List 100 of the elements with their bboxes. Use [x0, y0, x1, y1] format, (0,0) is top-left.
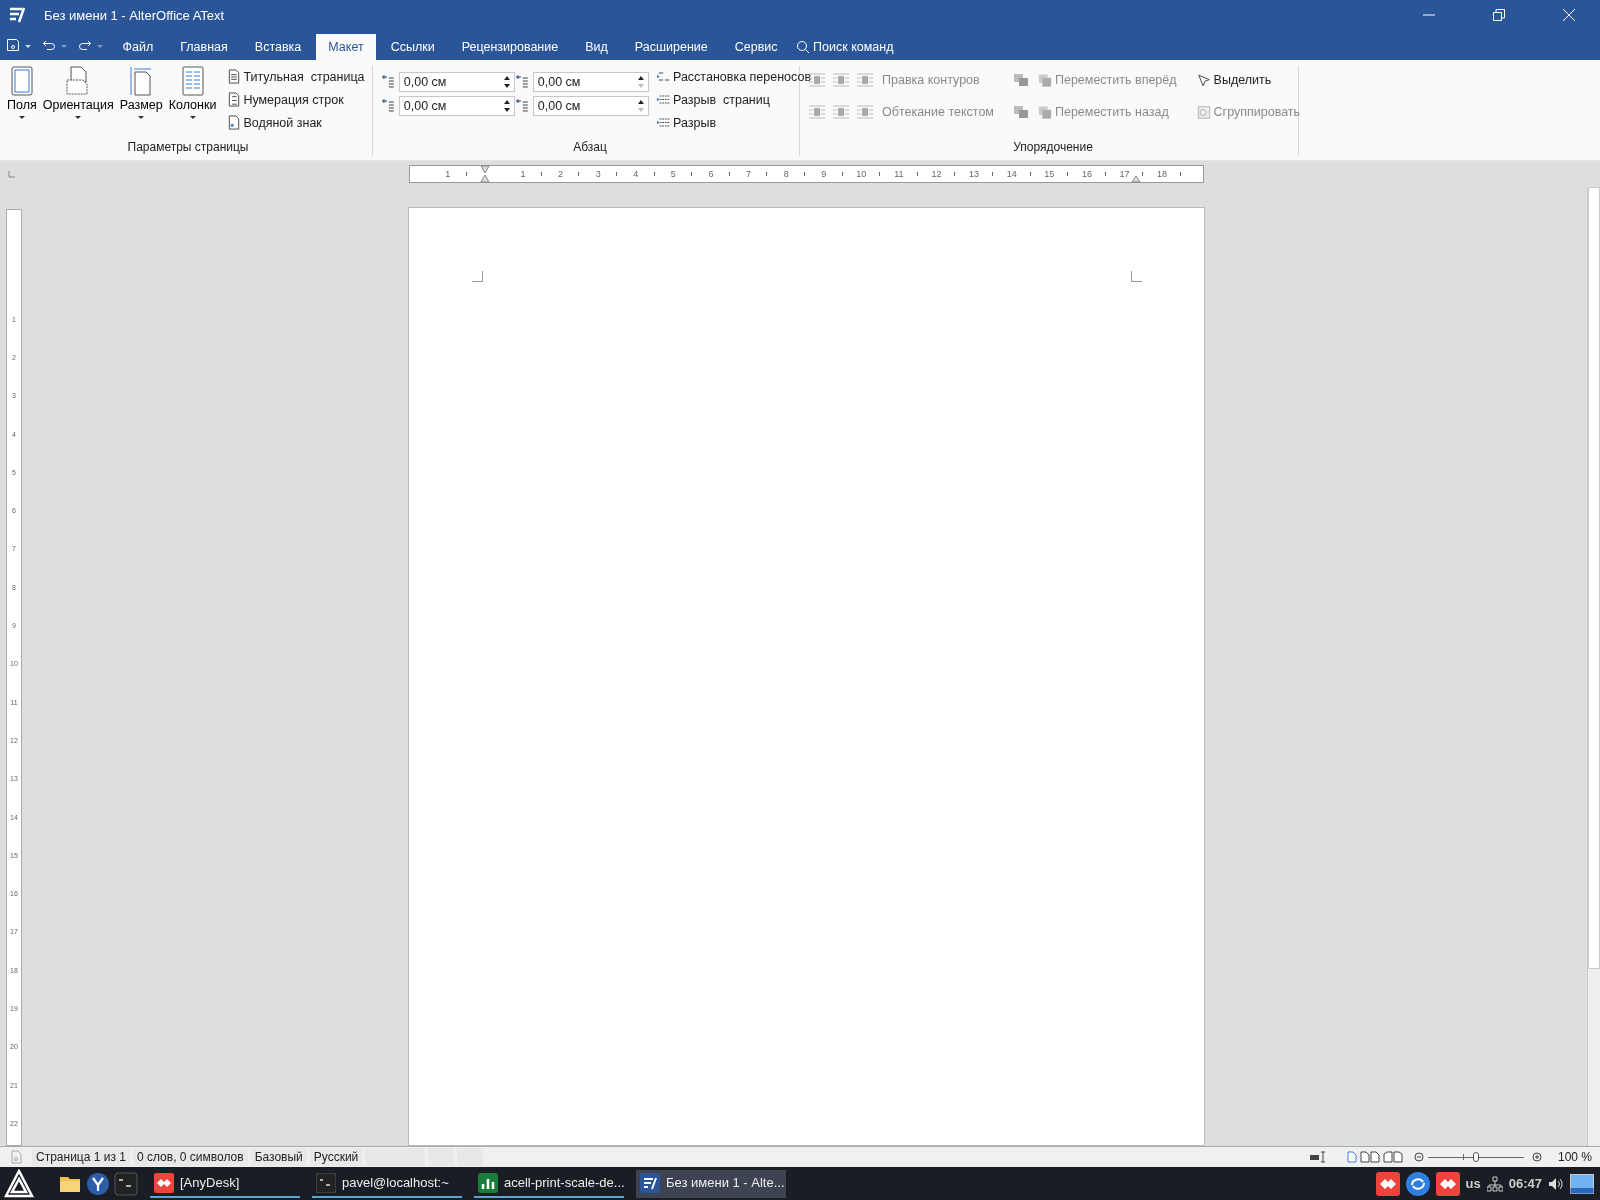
- ribbon-tab[interactable]: Главная: [167, 34, 241, 60]
- dropdown-caret-icon[interactable]: [24, 42, 32, 50]
- ribbon-button[interactable]: Водяной знак: [225, 112, 367, 133]
- zoom-out-icon[interactable]: [1413, 1152, 1424, 1162]
- sync-tray-icon[interactable]: [1405, 1171, 1430, 1196]
- spin-field[interactable]: 0,00 см: [398, 96, 515, 116]
- taskbar-window-button[interactable]: Без имени 1 - Alte...: [636, 1169, 786, 1198]
- save-icon[interactable]: [6, 38, 20, 52]
- status-item: Базовый: [250, 1148, 307, 1166]
- undo-icon[interactable]: [42, 38, 56, 52]
- scrollbar[interactable]: [1587, 187, 1600, 1146]
- indent-icon: [381, 74, 395, 90]
- close-icon[interactable]: [1562, 8, 1576, 22]
- app-logo-icon: [8, 6, 28, 24]
- group-title: Абзац: [572, 140, 608, 156]
- page-break-icon: [657, 115, 671, 130]
- layers-icon[interactable]: [1011, 104, 1030, 120]
- ribbon-tab[interactable]: Файл: [110, 34, 166, 60]
- ribbon-tab[interactable]: Вставка: [242, 34, 314, 60]
- layers-icon: [1037, 104, 1052, 120]
- ribbon-tab[interactable]: Сервис: [722, 34, 791, 60]
- page-break-icon: [657, 92, 671, 107]
- columns-icon: [179, 66, 206, 96]
- dropdown-caret-icon[interactable]: [60, 42, 68, 50]
- ribbon-tab[interactable]: Рецензирование: [449, 34, 571, 60]
- ribbon-button[interactable]: Разрыв: [655, 112, 814, 133]
- ribbon-button[interactable]: Расстановка переносов: [655, 66, 814, 87]
- window-title: Без имени 1 - AlterOffice AText: [44, 7, 225, 23]
- remote-desktop-tray-icon[interactable]: [1375, 1171, 1400, 1196]
- redo-icon[interactable]: [78, 38, 92, 52]
- ribbon-tab[interactable]: Макет: [315, 34, 377, 60]
- spin-field[interactable]: 0,00 см: [532, 96, 649, 116]
- spin-arrows-icon: [503, 98, 511, 114]
- spin-arrows-icon: [637, 74, 645, 90]
- ribbon-tab[interactable]: Вид: [572, 34, 621, 60]
- terminal-icon: [316, 1172, 336, 1193]
- ribbon-large-button[interactable]: Ориентация: [39, 66, 117, 130]
- document-icon: [227, 115, 242, 130]
- multi-page-view-icon[interactable]: [1359, 1151, 1380, 1163]
- command-search-button[interactable]: Поиск команд: [790, 34, 900, 60]
- ribbon-tab[interactable]: Расширение: [622, 34, 721, 60]
- search-icon: [796, 40, 811, 54]
- spin-field[interactable]: 0,00 см: [398, 72, 515, 92]
- indent-icon: [381, 98, 395, 114]
- caret-icon: [17, 114, 26, 122]
- zoom-slider[interactable]: [1427, 1151, 1524, 1163]
- indent-marker-icon[interactable]: [1131, 175, 1141, 183]
- start-menu-icon[interactable]: [4, 1168, 34, 1199]
- zoom-reading[interactable]: 100 %: [1557, 1150, 1592, 1164]
- layers-icon[interactable]: [1011, 72, 1030, 88]
- terminal-icon[interactable]: [114, 1171, 138, 1196]
- group-title: Параметры страницы: [126, 140, 250, 156]
- indent-marker-icon[interactable]: [480, 165, 490, 183]
- group-title: Упорядочение: [1012, 140, 1094, 156]
- ribbon-large-button[interactable]: Размер: [116, 66, 166, 130]
- text-cursor-icon[interactable]: [1308, 1151, 1327, 1163]
- network-icon[interactable]: [1486, 1175, 1503, 1192]
- ribbon-button[interactable]: Разрыв страниц: [655, 89, 814, 110]
- status-item: 0 слов, 0 символов: [132, 1148, 248, 1166]
- indent-icon: [515, 98, 529, 114]
- ribbon-button[interactable]: Выделить: [1194, 70, 1303, 90]
- ribbon-button[interactable]: Титульная страница: [225, 66, 367, 87]
- ribbon-large-button[interactable]: Поля: [4, 66, 40, 130]
- taskbar-window-button[interactable]: acell-print-scale-de...: [474, 1169, 624, 1198]
- chart-icon: [478, 1172, 498, 1193]
- hyphenation-icon: [657, 69, 671, 84]
- taskbar-window-button[interactable]: pavel@localhost:~: [312, 1169, 462, 1198]
- taskbar-window-button[interactable]: [AnyDesk]: [150, 1169, 300, 1198]
- browser-icon[interactable]: [86, 1171, 110, 1196]
- caret-icon: [188, 114, 197, 122]
- clock[interactable]: 06:47: [1508, 1176, 1542, 1191]
- document-icon: [10, 1150, 22, 1164]
- document-icon: [227, 69, 242, 84]
- document-icon: [640, 1172, 660, 1193]
- caret-icon: [74, 114, 83, 122]
- spin-arrows-icon: [503, 74, 511, 90]
- keyboard-layout[interactable]: us: [1465, 1176, 1481, 1191]
- book-view-icon[interactable]: [1382, 1151, 1403, 1163]
- ribbon-tab[interactable]: Ссылки: [378, 34, 448, 60]
- restore-icon[interactable]: [1492, 8, 1506, 22]
- layers-icon: [1037, 72, 1052, 88]
- group-icon: [1196, 104, 1211, 120]
- spin-arrows-icon: [637, 98, 645, 114]
- document-icon: [227, 92, 242, 107]
- ribbon-large-button[interactable]: Колонки: [165, 66, 220, 130]
- status-item: Страница 1 из 1: [32, 1148, 130, 1166]
- page-margins-icon: [8, 66, 35, 96]
- horizontal-ruler[interactable]: 1 1 2 3 4 5 6 7 8 9 10 11 12 13 14 15 16 17 18: [409, 165, 1204, 183]
- pointer-icon: [1196, 72, 1211, 88]
- ribbon-button[interactable]: Нумерация строк: [225, 89, 367, 110]
- dropdown-caret-icon[interactable]: [96, 42, 104, 50]
- status-item: Русский: [309, 1148, 363, 1166]
- desktop-icon[interactable]: [1570, 1171, 1594, 1196]
- single-page-view-icon[interactable]: [1346, 1151, 1357, 1163]
- diamonds-icon: [154, 1172, 174, 1193]
- remote-desktop-tray-icon[interactable]: [1435, 1171, 1460, 1196]
- zoom-in-icon[interactable]: [1531, 1152, 1542, 1162]
- indent-icon: [515, 74, 529, 90]
- caret-icon: [137, 114, 146, 122]
- spin-field[interactable]: 0,00 см: [532, 72, 649, 92]
